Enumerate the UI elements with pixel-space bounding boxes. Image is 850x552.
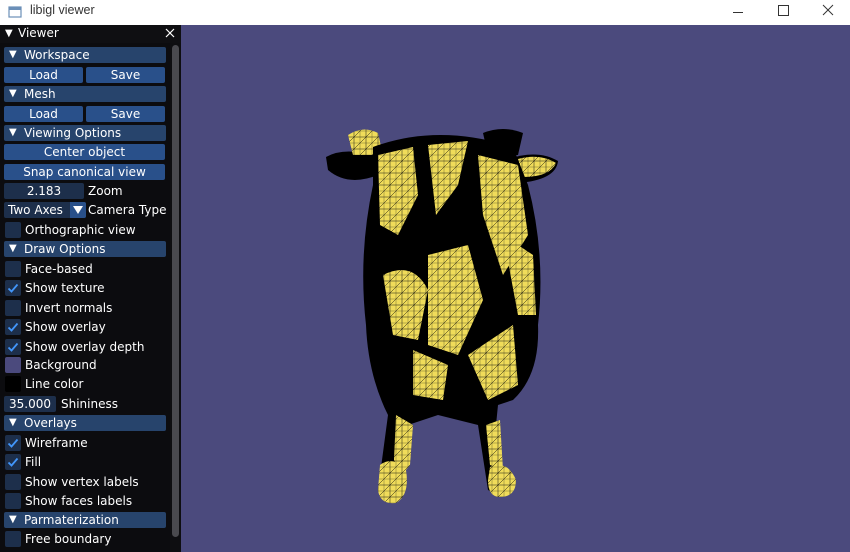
overlay-option-label: Show faces labels bbox=[25, 494, 133, 509]
parameterization-header[interactable]: ▼ Parmaterization bbox=[4, 512, 166, 528]
draw-option-checkbox[interactable] bbox=[5, 299, 21, 316]
close-panel-icon[interactable] bbox=[163, 25, 177, 41]
dropdown-arrow-icon[interactable] bbox=[70, 202, 86, 218]
expanded-arrow-icon: ▼ bbox=[9, 243, 17, 254]
checkmark-icon bbox=[7, 342, 19, 352]
center-object-button[interactable]: Center object bbox=[4, 144, 165, 160]
overlay-option-checkbox[interactable] bbox=[5, 493, 21, 510]
background-color-swatch[interactable] bbox=[5, 357, 21, 373]
orthographic-label: Orthographic view bbox=[25, 223, 136, 237]
viewing-options-header[interactable]: ▼ Viewing Options bbox=[4, 125, 166, 141]
window-title: libigl viewer bbox=[30, 3, 95, 17]
viewer-panel: ▼ Viewer ▼ Workspace Load Save ▼ Mesh Lo… bbox=[0, 25, 181, 552]
checkmark-icon bbox=[7, 284, 19, 294]
expanded-arrow-icon: ▼ bbox=[9, 88, 17, 99]
app-icon bbox=[8, 6, 22, 18]
draw-option-checkbox[interactable] bbox=[5, 319, 21, 336]
draw-option-checkbox[interactable] bbox=[5, 338, 21, 355]
draw-options-header-label: Draw Options bbox=[24, 242, 106, 256]
workspace-load-button[interactable]: Load bbox=[4, 67, 83, 83]
panel-scrollbar[interactable] bbox=[170, 43, 181, 552]
mesh-header[interactable]: ▼ Mesh bbox=[4, 86, 166, 102]
checkmark-icon bbox=[7, 458, 19, 468]
panel-title-bar[interactable]: ▼ Viewer bbox=[0, 25, 181, 43]
parameterization-header-label: Parmaterization bbox=[24, 513, 119, 527]
workspace-header[interactable]: ▼ Workspace bbox=[4, 47, 166, 63]
shininess-label: Shininess bbox=[61, 397, 118, 411]
draw-option-label: Invert normals bbox=[25, 300, 113, 315]
minimize-icon[interactable] bbox=[715, 0, 761, 25]
mesh-load-button[interactable]: Load bbox=[4, 106, 83, 122]
expanded-arrow-icon: ▼ bbox=[9, 49, 17, 60]
expanded-arrow-icon: ▼ bbox=[9, 127, 17, 138]
camera-type-label: Camera Type bbox=[88, 203, 167, 217]
collapse-arrow-icon[interactable]: ▼ bbox=[5, 28, 13, 39]
line-color-label: Line color bbox=[25, 377, 84, 391]
expanded-arrow-icon: ▼ bbox=[9, 514, 17, 525]
overlay-option-label: Wireframe bbox=[25, 436, 88, 450]
overlay-option-label: Show vertex labels bbox=[25, 474, 139, 489]
draw-option-checkbox[interactable] bbox=[5, 280, 21, 297]
checkmark-icon bbox=[7, 438, 19, 448]
camera-type-value: Two Axes bbox=[8, 203, 63, 217]
overlay-option-label: Fill bbox=[25, 455, 42, 470]
scrollbar-thumb[interactable] bbox=[172, 45, 179, 537]
overlay-option-checkbox[interactable] bbox=[5, 473, 21, 490]
expanded-arrow-icon: ▼ bbox=[9, 417, 17, 428]
background-label: Background bbox=[25, 358, 97, 372]
mesh-header-label: Mesh bbox=[24, 87, 56, 101]
maximize-icon[interactable] bbox=[760, 0, 806, 25]
draw-option-label: Show overlay bbox=[25, 320, 106, 335]
checkmark-icon bbox=[7, 323, 19, 333]
overlay-option-checkbox[interactable] bbox=[5, 454, 21, 471]
draw-options-header[interactable]: ▼ Draw Options bbox=[4, 241, 166, 257]
workspace-header-label: Workspace bbox=[24, 48, 90, 62]
camera-type-select[interactable]: Two Axes bbox=[4, 202, 86, 218]
snap-canonical-view-button[interactable]: Snap canonical view bbox=[4, 164, 165, 180]
close-window-icon[interactable] bbox=[805, 0, 850, 25]
panel-title: Viewer bbox=[18, 26, 59, 40]
overlays-header-label: Overlays bbox=[24, 416, 77, 430]
draw-option-label: Show overlay depth bbox=[25, 339, 145, 354]
shininess-field[interactable]: 35.000 bbox=[4, 396, 56, 412]
workspace-save-button[interactable]: Save bbox=[86, 67, 165, 83]
draw-option-label: Face-based bbox=[25, 262, 93, 276]
orthographic-checkbox[interactable] bbox=[5, 222, 21, 238]
cow-mesh bbox=[326, 129, 558, 504]
viewing-options-header-label: Viewing Options bbox=[24, 126, 122, 140]
line-color-swatch[interactable] bbox=[5, 376, 21, 392]
zoom-label: Zoom bbox=[88, 184, 123, 198]
parameterization-option-checkbox[interactable] bbox=[5, 531, 21, 547]
draw-option-label: Show texture bbox=[25, 281, 105, 296]
parameterization-option-label: Free boundary bbox=[25, 532, 112, 546]
draw-option-checkbox[interactable] bbox=[5, 261, 21, 277]
overlay-option-checkbox[interactable] bbox=[5, 435, 21, 451]
window-title-bar[interactable]: libigl viewer bbox=[0, 0, 850, 25]
overlays-header[interactable]: ▼ Overlays bbox=[4, 415, 166, 431]
mesh-save-button[interactable]: Save bbox=[86, 106, 165, 122]
zoom-field[interactable]: 2.183 bbox=[4, 183, 84, 199]
